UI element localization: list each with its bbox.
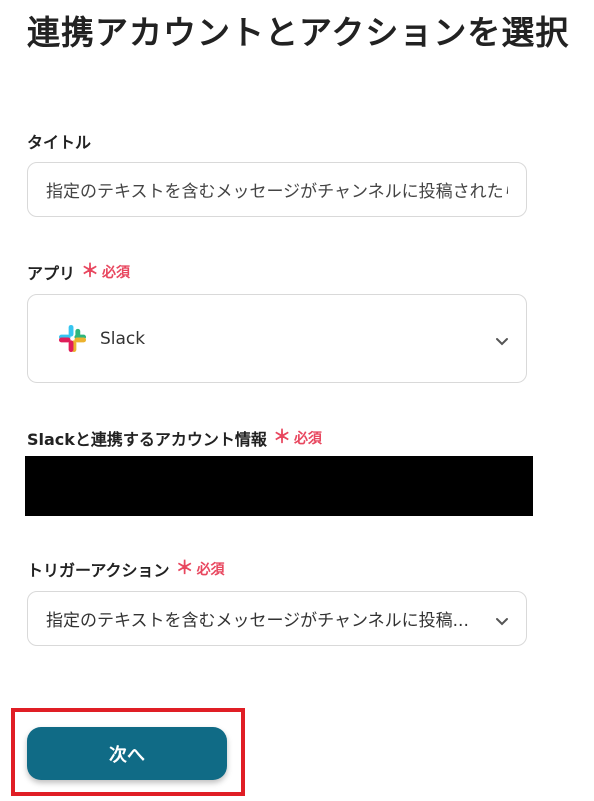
slack-logo-icon xyxy=(58,324,87,353)
app-field-label: アプリ ＊ 必須 xyxy=(27,260,130,284)
trigger-select-value: 指定のテキストを含むメッセージがチャンネルに投稿... xyxy=(46,611,469,631)
trigger-label-text: トリガーアクション xyxy=(27,561,170,580)
trigger-field-label: トリガーアクション ＊ 必須 xyxy=(27,557,225,581)
account-label-text: Slackと連携するアカウント情報 xyxy=(27,430,267,449)
required-text: 必須 xyxy=(102,265,131,281)
required-star: ＊ xyxy=(81,261,100,282)
required-badge: ＊ 必須 xyxy=(273,428,322,448)
title-label-text: タイトル xyxy=(27,133,92,152)
account-field-label: Slackと連携するアカウント情報 ＊ 必須 xyxy=(27,426,322,450)
page-title: 連携アカウントとアクションを選択 xyxy=(27,13,570,52)
app-select-value: Slack xyxy=(100,328,146,349)
required-text: 必須 xyxy=(293,431,322,447)
required-star: ＊ xyxy=(272,427,291,448)
required-badge: ＊ 必須 xyxy=(81,262,130,282)
chevron-down-icon xyxy=(495,333,509,352)
title-input-value: 指定のテキストを含むメッセージがチャンネルに投稿されたら xyxy=(46,182,508,202)
required-star: ＊ xyxy=(175,558,194,579)
required-badge: ＊ 必須 xyxy=(176,559,225,579)
next-button[interactable]: 次へ xyxy=(27,727,227,780)
trigger-select[interactable]: 指定のテキストを含むメッセージがチャンネルに投稿... xyxy=(27,591,527,646)
title-input[interactable]: 指定のテキストを含むメッセージがチャンネルに投稿されたら xyxy=(27,162,527,217)
app-select[interactable]: Slack xyxy=(27,294,527,383)
account-select-redacted[interactable] xyxy=(25,456,533,516)
chevron-down-icon xyxy=(495,613,509,632)
app-label-text: アプリ xyxy=(27,264,76,283)
required-text: 必須 xyxy=(196,562,225,578)
title-field-label: タイトル xyxy=(27,129,91,153)
